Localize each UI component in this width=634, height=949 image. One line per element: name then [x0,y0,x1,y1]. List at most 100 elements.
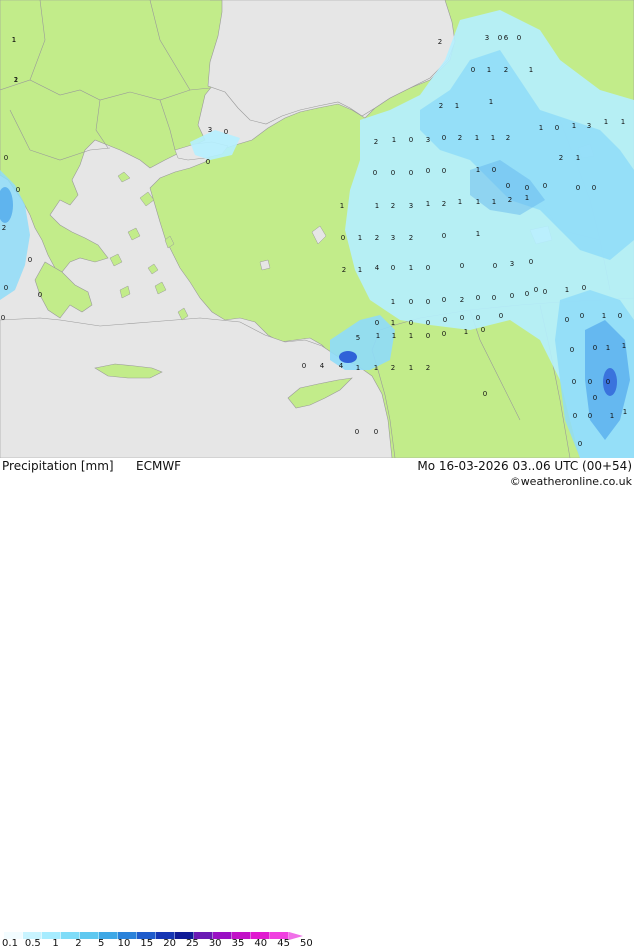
precip-value-label: 0 [4,154,8,162]
color-scale-ticks: 0.1 0.5 1 2 5 10 15 20 25 30 35 40 45 50 [0,938,340,949]
precip-value-label: 0 [460,262,464,270]
precip-value-label: 1 [392,136,396,144]
precip-value-label: 0 [206,158,210,166]
precip-value-label: 0 [409,169,413,177]
precip-value-label: 1 [576,154,580,162]
precip-value-label: 0 [492,166,496,174]
precip-value-label: 2 [375,234,379,242]
precip-value-label: 1 [606,344,610,352]
precip-value-label: 0 [1,314,5,322]
precip-value-label: 0 [618,312,622,320]
precip-value-label: 0 [476,294,480,302]
precip-value-label: 0 [426,319,430,327]
precip-value-label: 2 [458,134,462,142]
precip-value-label: 0 [373,169,377,177]
precip-value-label: 0 [426,264,430,272]
precip-value-label: 1 [475,134,479,142]
precip-value-label: 0 [525,184,529,192]
precip-value-label: 1 [12,36,16,44]
precip-value-label: 1 [572,122,576,130]
precip-value-label: 0 [409,136,413,144]
precip-value-label: 1 [14,76,18,84]
precip-value-label: 0 [578,440,582,448]
precip-value-label: 0 [443,316,447,324]
precip-value-label: 0 [543,288,547,296]
precip-value-label: 0 [483,390,487,398]
precip-value-label: 2 [342,266,346,274]
precip-value-label: 0 [606,378,610,386]
precip-value-label: 1 [489,98,493,106]
precipitation-title: Precipitation [mm] [2,459,114,473]
precip-value-label: 0 [442,232,446,240]
precip-value-label: 2 [438,38,442,46]
precip-value-label: 1 [391,319,395,327]
precip-value-label: 3 [426,136,430,144]
precip-value-label: 0 [555,124,559,132]
precip-value-label: 1 [392,332,396,340]
legend-tick: 1 [52,938,59,949]
precip-value-label: 3 [409,202,413,210]
map-canvas: 1200200002 3 0 6 00 1 2 12 1 13 002 1 0 3 0 2 1 1 21 0 1 3 1 12… [0,0,634,458]
precip-value-label: 0 [481,326,485,334]
precip-value-label: 2 [426,364,430,372]
precip-value-label: 0 [471,66,475,74]
precip-value-label: 0 [582,284,586,292]
precip-value-label: 2 [508,196,512,204]
precip-value-label: 0 [565,316,569,324]
precip-value-label: 1 [491,134,495,142]
precip-value-label: 0 [476,314,480,322]
precip-value-label: 1 [340,202,344,210]
precip-value-label: 0 [517,34,521,42]
legend-tick: 0.5 [24,938,41,949]
precip-value-label: 0 [506,182,510,190]
precip-value-label: 1 [492,198,496,206]
precip-value-label: 0 [16,186,20,194]
precip-value-label: 1 [409,364,413,372]
precip-value-label: 0 [580,312,584,320]
precip-value-label: 1 [604,118,608,126]
precip-value-label: 0 [341,234,345,242]
precip-value-label: 0 [576,184,580,192]
precip-value-label: 2 [409,234,413,242]
precip-value-label: 2 [504,66,508,74]
legend-tick: 0.1 [2,938,18,949]
precip-value-label: 0 [426,298,430,306]
precipitation-map: 1200200002306001212113002103021121013112… [0,0,634,458]
precip-value-label: 0 [573,412,577,420]
legend-tick: 45 [277,938,290,949]
precip-value-label: 0 [534,286,538,294]
precip-value-label: 1 [610,412,614,420]
precip-value-label: 0 [409,319,413,327]
precip-value-label: 2 [460,296,464,304]
legend-tick: 50 [300,938,313,949]
precip-value-label: 1 [358,266,362,274]
precip-value-label: 1 [358,234,362,242]
precip-value-label: 0 [529,258,533,266]
copyright-link[interactable]: ©weatheronline.co.uk [510,475,632,488]
legend-tick: 25 [186,938,199,949]
precip-value-label: 1 [376,332,380,340]
legend-tick: 5 [98,938,105,949]
precip-value-label: 1 [565,286,569,294]
precip-value-label: 1 [409,332,413,340]
precip-value-label: 0 [593,394,597,402]
precip-value-label: 1 [409,264,413,272]
precip-value-label: 0 [409,298,413,306]
precip-value-label: 1 [426,200,430,208]
precip-value-label: 0 [375,319,379,327]
legend-tick: 15 [140,938,154,949]
precip-value-label: 1 [455,102,459,110]
precip-value-label: 0 [510,292,514,300]
precip-value-label: 5 [356,334,360,342]
legend-tick: 20 [163,938,176,949]
precip-value-label: 0 [588,412,592,420]
precip-value-label: 1 [623,408,627,416]
precip-value-label: 2 [506,134,510,142]
precip-value-label: 0 [593,344,597,352]
precip-value-label: 0 [493,262,497,270]
legend-tick: 10 [117,938,131,949]
legend-tick: 2 [75,938,82,949]
precip-value-label: 0 [492,294,496,302]
precip-value-label: 0 [498,34,502,42]
precip-value-label: 1 [622,342,626,350]
